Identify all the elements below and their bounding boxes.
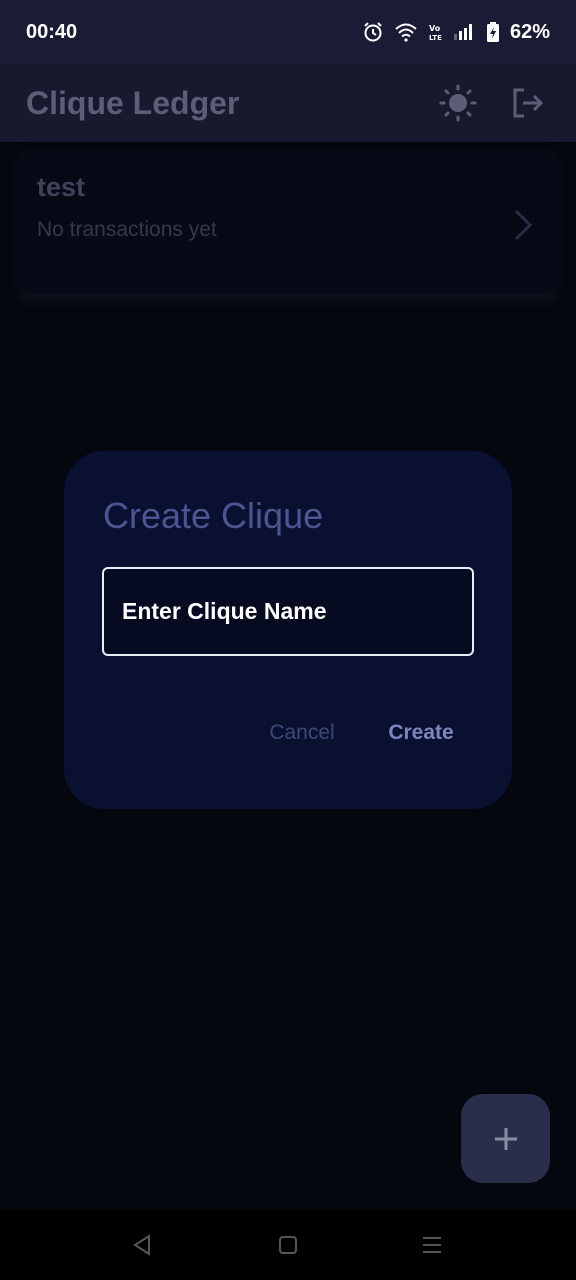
volte-icon: Vo LTE [428, 22, 442, 42]
sun-icon [439, 84, 477, 122]
status-bar: 00:40 Vo LTE 62% [0, 0, 576, 64]
battery-charging-icon [486, 21, 500, 43]
back-icon[interactable] [127, 1230, 157, 1260]
create-clique-dialog: Create Clique Cancel Create [64, 451, 512, 809]
logout-icon [513, 88, 544, 118]
dialog-title: Create Clique [103, 495, 324, 536]
clique-name: test [37, 172, 86, 202]
logout-button[interactable] [506, 81, 550, 125]
app-title: Clique Ledger [26, 84, 240, 121]
home-icon[interactable] [273, 1230, 303, 1260]
wifi-icon [394, 22, 418, 42]
signal-icon [452, 22, 476, 42]
svg-text:Vo: Vo [429, 24, 441, 33]
theme-toggle-button[interactable] [436, 81, 480, 125]
svg-text:LTE: LTE [429, 34, 442, 42]
status-time: 00:40 [26, 20, 78, 43]
status-icons: Vo LTE 62% [362, 21, 550, 44]
clique-subtitle: No transactions yet [37, 218, 217, 241]
clique-card[interactable]: test No transactions yet [22, 150, 554, 294]
cancel-button[interactable]: Cancel [254, 709, 350, 757]
alarm-icon [362, 21, 384, 43]
plus-icon [494, 1127, 517, 1150]
chevron-right-icon [512, 208, 534, 247]
create-button[interactable]: Create [376, 709, 466, 757]
navigation-bar [0, 1210, 576, 1280]
recents-icon[interactable] [417, 1230, 447, 1260]
battery-percent: 62% [509, 20, 550, 43]
app-bar: Clique Ledger [0, 64, 576, 142]
clique-name-input[interactable] [102, 567, 474, 656]
add-clique-fab[interactable] [461, 1094, 550, 1183]
